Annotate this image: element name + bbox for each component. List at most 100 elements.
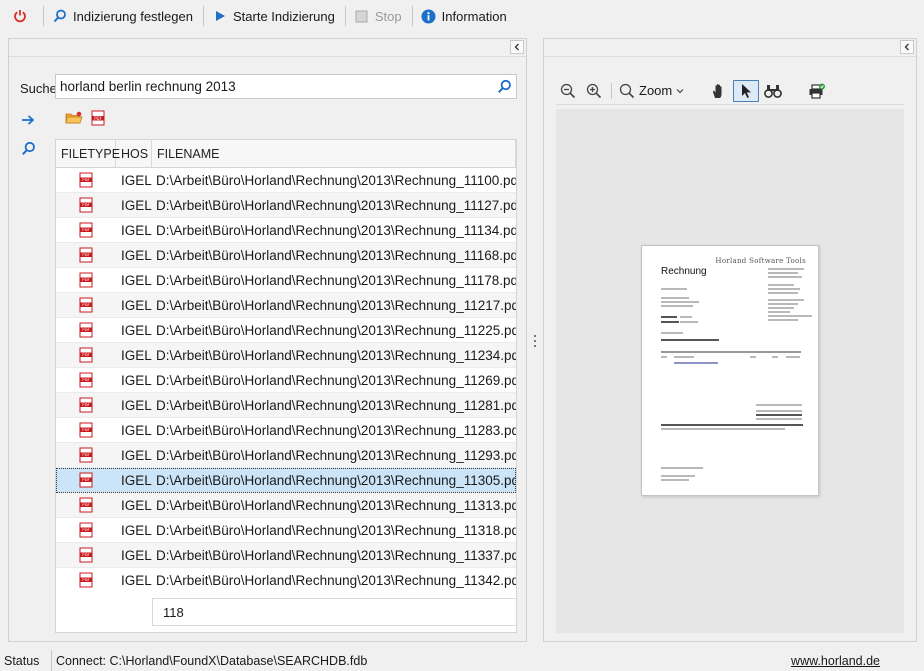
power-icon xyxy=(12,8,28,24)
table-row[interactable]: PDF IGEL D:\Arbeit\Büro\Horland\Rechnung\2… xyxy=(56,493,516,518)
table-row[interactable]: PDF IGEL D:\Arbeit\Büro\Horland\Rechnung\2… xyxy=(56,218,516,243)
collapse-right-button[interactable] xyxy=(900,40,914,54)
website-link[interactable]: www.horland.de xyxy=(787,650,924,671)
svg-text:PDF: PDF xyxy=(82,377,89,382)
open-folder-icon[interactable] xyxy=(65,109,83,127)
svg-text:PDF: PDF xyxy=(82,552,89,557)
stop-button[interactable]: Stop xyxy=(350,4,406,28)
panel-splitter[interactable] xyxy=(531,335,539,347)
table-row[interactable]: PDF IGEL D:\Arbeit\Büro\Horland\Rechnung\2… xyxy=(56,168,516,193)
arrow-right-icon[interactable] xyxy=(19,111,37,129)
table-row[interactable]: PDF IGEL D:\Arbeit\Büro\Horland\Rechnung\2… xyxy=(56,518,516,543)
table-row[interactable]: PDF IGEL D:\Arbeit\Büro\Horland\Rechnung\2… xyxy=(56,368,516,393)
hand-icon xyxy=(710,82,728,100)
document-viewer[interactable]: Horland Software Tools Rechnung xyxy=(556,109,904,633)
filename-cell: D:\Arbeit\Büro\Horland\Rechnung\2013\Rec… xyxy=(156,472,516,488)
power-button[interactable] xyxy=(8,4,37,28)
search-submit-button[interactable] xyxy=(492,76,516,98)
filename-cell: D:\Arbeit\Büro\Horland\Rechnung\2013\Rec… xyxy=(156,447,516,463)
pdf-file-icon: PDF xyxy=(56,572,116,588)
table-row[interactable]: PDF IGEL D:\Arbeit\Büro\Horland\Rechnung\2… xyxy=(56,468,516,493)
set-indexing-label: Indizierung festlegen xyxy=(73,8,193,24)
host-cell: IGEL xyxy=(121,222,152,238)
binoculars-icon xyxy=(764,82,783,100)
svg-text:PDF: PDF xyxy=(82,452,89,457)
table-row[interactable]: PDF IGEL D:\Arbeit\Büro\Horland\Rechnung\2… xyxy=(56,543,516,568)
toolbar-separator xyxy=(43,6,44,26)
svg-text:PDF: PDF xyxy=(82,502,89,507)
host-cell: IGEL xyxy=(121,197,152,213)
stop-icon xyxy=(354,8,370,24)
zoom-label: Zoom xyxy=(639,83,673,98)
find-button[interactable] xyxy=(761,80,785,102)
column-header-filetype[interactable]: FILETYPE xyxy=(56,140,120,167)
set-indexing-button[interactable]: Indizierung festlegen xyxy=(48,4,197,28)
status-bar: Status Connect: C:\Horland\FoundX\Databa… xyxy=(0,650,924,671)
pdf-file-icon: PDF xyxy=(56,472,116,488)
zoom-in-button[interactable] xyxy=(582,80,606,102)
table-row[interactable]: PDF IGEL D:\Arbeit\Büro\Horland\Rechnung\2… xyxy=(56,293,516,318)
search-icon[interactable] xyxy=(19,139,37,157)
table-row[interactable]: PDF IGEL D:\Arbeit\Büro\Horland\Rechnung\2… xyxy=(56,568,516,588)
filename-cell: D:\Arbeit\Büro\Horland\Rechnung\2013\Rec… xyxy=(156,397,516,413)
information-button[interactable]: Information xyxy=(417,4,511,28)
search-icon xyxy=(497,79,511,93)
toolbar-separator xyxy=(611,82,612,99)
search-panel: Suche PDF FILETYPE HOS FILENAME PDFIGELD… xyxy=(8,38,527,642)
column-header-host[interactable]: HOS xyxy=(116,140,152,167)
table-row[interactable]: PDF IGEL D:\Arbeit\Büro\Horland\Rechnung\2… xyxy=(56,443,516,468)
svg-text:PDF: PDF xyxy=(82,577,89,582)
result-count: 118 xyxy=(152,598,516,626)
table-row[interactable]: PDF IGEL D:\Arbeit\Büro\Horland\Rechnung\2… xyxy=(56,393,516,418)
pdf-file-icon: PDF xyxy=(56,322,116,338)
host-cell: IGEL xyxy=(121,397,152,413)
grid-header: FILETYPE HOS FILENAME xyxy=(56,140,516,168)
table-row[interactable]: PDF IGEL D:\Arbeit\Büro\Horland\Rechnung\2… xyxy=(56,268,516,293)
start-indexing-button[interactable]: Starte Indizierung xyxy=(208,4,339,28)
host-cell: IGEL xyxy=(121,297,152,313)
svg-text:PDF: PDF xyxy=(82,477,89,482)
document-page-preview: Horland Software Tools Rechnung xyxy=(641,245,819,496)
table-row[interactable]: PDF IGEL D:\Arbeit\Büro\Horland\Rechnung\2… xyxy=(56,193,516,218)
search-input[interactable] xyxy=(60,79,492,94)
zoom-out-icon xyxy=(559,82,577,100)
zoom-out-button[interactable] xyxy=(556,80,580,102)
svg-text:PDF: PDF xyxy=(82,202,89,207)
host-cell: IGEL xyxy=(121,547,152,563)
pan-tool-button[interactable] xyxy=(707,80,731,102)
select-tool-button[interactable] xyxy=(733,79,760,102)
filename-cell: D:\Arbeit\Büro\Horland\Rechnung\2013\Rec… xyxy=(156,547,516,563)
filename-cell: D:\Arbeit\Büro\Horland\Rechnung\2013\Rec… xyxy=(156,297,516,313)
pdf-export-icon[interactable]: PDF xyxy=(89,109,107,127)
svg-text:PDF: PDF xyxy=(82,177,89,182)
svg-text:PDF: PDF xyxy=(82,402,89,407)
viewer-toolbar: Zoom xyxy=(556,77,904,105)
table-row[interactable]: PDF IGEL D:\Arbeit\Büro\Horland\Rechnung\2… xyxy=(56,343,516,368)
filename-cell: D:\Arbeit\Büro\Horland\Rechnung\2013\Rec… xyxy=(156,497,516,513)
host-cell: IGEL xyxy=(121,572,152,588)
filename-cell: D:\Arbeit\Büro\Horland\Rechnung\2013\Rec… xyxy=(156,572,516,588)
svg-text:PDF: PDF xyxy=(82,527,89,532)
table-row[interactable]: PDF IGEL D:\Arbeit\Büro\Horland\Rechnung\2… xyxy=(56,318,516,343)
svg-text:PDF: PDF xyxy=(94,116,102,121)
info-icon xyxy=(421,8,437,24)
play-icon xyxy=(212,8,228,24)
table-row[interactable]: PDF IGEL D:\Arbeit\Büro\Horland\Rechnung\2… xyxy=(56,418,516,443)
zoom-icon xyxy=(618,82,636,100)
host-cell: IGEL xyxy=(121,247,152,263)
host-cell: IGEL xyxy=(121,347,152,363)
table-row[interactable]: PDF IGEL D:\Arbeit\Büro\Horland\Rechnung\2… xyxy=(56,243,516,268)
pdf-file-icon: PDF xyxy=(56,222,116,238)
column-header-filename[interactable]: FILENAME xyxy=(152,140,516,167)
search-field[interactable] xyxy=(55,74,517,99)
pdf-file-icon: PDF xyxy=(56,397,116,413)
chevron-left-icon xyxy=(904,43,909,51)
filename-cell: D:\Arbeit\Büro\Horland\Rechnung\2013\Rec… xyxy=(156,172,516,188)
filename-cell: D:\Arbeit\Büro\Horland\Rechnung\2013\Rec… xyxy=(156,222,516,238)
document-title: Rechnung xyxy=(661,266,707,277)
pdf-file-icon: PDF xyxy=(56,347,116,363)
print-button[interactable] xyxy=(805,80,829,102)
toolbar-separator xyxy=(344,6,346,26)
zoom-dropdown[interactable]: Zoom xyxy=(615,80,687,102)
collapse-left-button[interactable] xyxy=(510,40,524,54)
